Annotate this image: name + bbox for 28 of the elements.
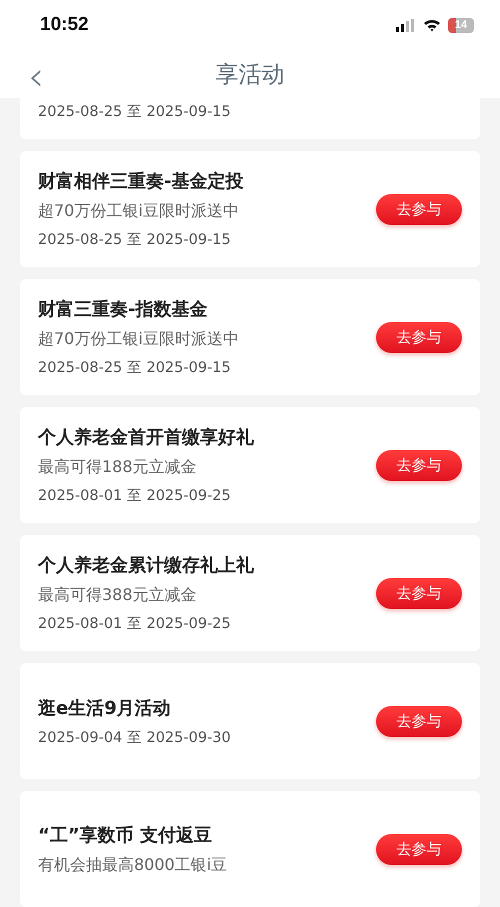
join-button[interactable]: 去参与 bbox=[376, 194, 462, 224]
activity-subtitle: 有机会抽最高8000工银i豆 bbox=[38, 854, 228, 876]
activity-dates: 2025-08-01 至 2025-09-25 bbox=[38, 615, 232, 633]
wifi-icon bbox=[423, 18, 441, 32]
activity-dates: 2025-08-25 至 2025-09-15 bbox=[38, 359, 232, 377]
join-button[interactable]: 去参与 bbox=[376, 322, 462, 352]
activity-dates: 2025-09-04 至 2025-09-30 bbox=[38, 728, 231, 746]
activity-title: 个人养老金累计缴存礼上礼 bbox=[38, 554, 254, 577]
activity-subtitle: 超70万份工银i豆限时派送中 bbox=[38, 329, 239, 350]
join-button[interactable]: 去参与 bbox=[376, 578, 462, 608]
clock-time: 10:52 bbox=[40, 14, 89, 36]
back-button[interactable]: ‹ bbox=[22, 58, 50, 95]
activity-title: “工”享数币 支付返豆 bbox=[38, 824, 213, 846]
join-button[interactable]: 去参与 bbox=[376, 706, 462, 736]
join-button[interactable]: 去参与 bbox=[376, 450, 462, 480]
activity-dates: 2025-08-25 至 2025-09-15 bbox=[38, 231, 232, 249]
activity-subtitle: 最高可得388元立减金 bbox=[38, 585, 198, 606]
activity-title: 财富三重奏-指数基金 bbox=[38, 298, 208, 321]
join-button[interactable]: 去参与 bbox=[376, 834, 462, 864]
activity-dates: 2025-08-01 至 2025-09-25 bbox=[38, 487, 232, 505]
activity-dates: 2025-08-25 至 2025-09-15 bbox=[38, 103, 231, 121]
signal-icon bbox=[396, 18, 416, 32]
activity-title: 逛e生活9月活动 bbox=[38, 696, 172, 720]
activity-subtitle: 最高可得188元立减金 bbox=[38, 457, 198, 478]
activity-title: 个人养老金首开首缴享好礼 bbox=[38, 426, 254, 449]
activity-title: 财富相伴三重奏-基金定投 bbox=[38, 170, 244, 193]
activity-subtitle: 超70万份工银i豆限时派送中 bbox=[38, 201, 240, 222]
page-title: 享活动 bbox=[216, 60, 284, 90]
